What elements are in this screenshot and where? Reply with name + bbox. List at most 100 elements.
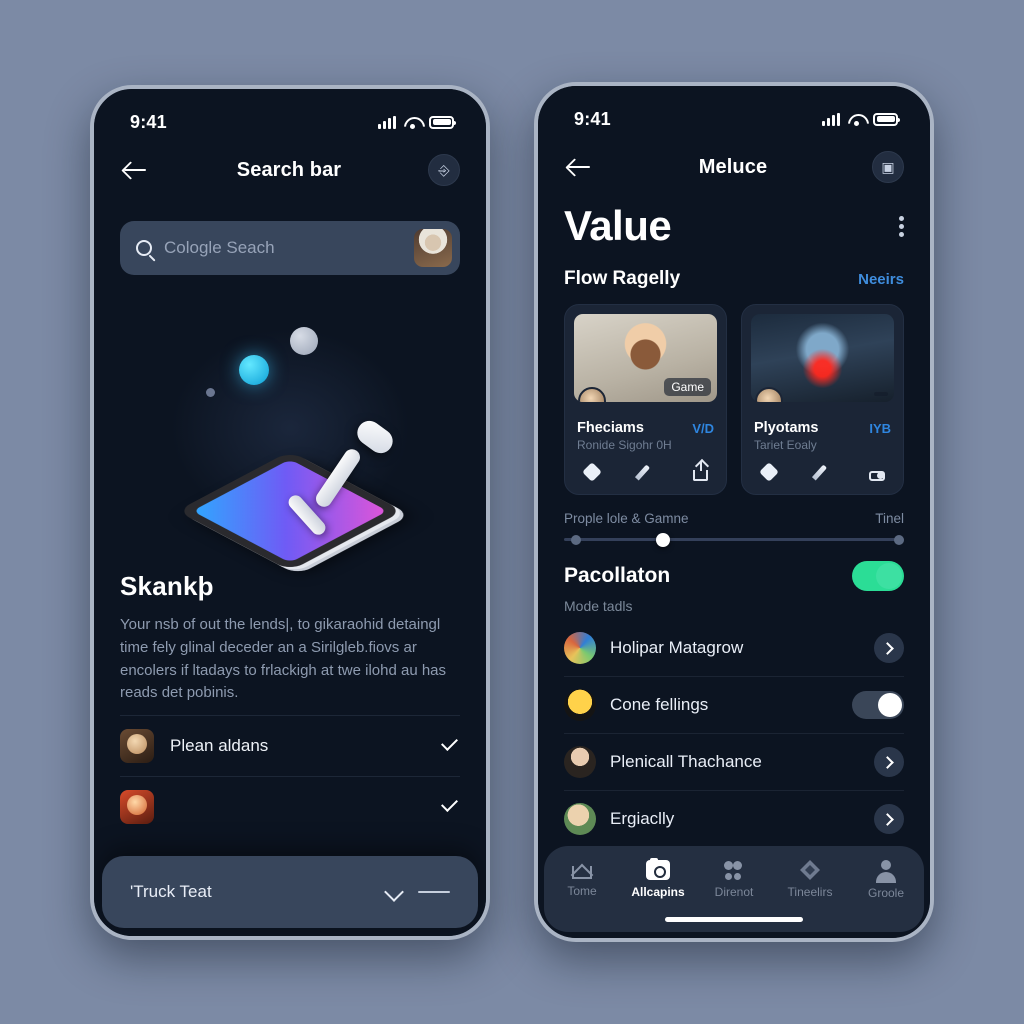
- tab-direnot[interactable]: Direnot: [696, 858, 772, 899]
- avatar: [755, 387, 783, 402]
- list-item-label: Holipar Matagrow: [610, 638, 744, 657]
- tab-label: Direnot: [714, 885, 754, 899]
- image-badge-icon[interactable]: ▣: [872, 151, 904, 183]
- battery-icon: [873, 112, 900, 126]
- chevron-down-icon[interactable]: [384, 885, 404, 899]
- slider-labels: Prople lole & Gamne Tinel: [564, 511, 904, 526]
- body-text: Your nsb of out the lends|, to gikaraohi…: [120, 616, 447, 702]
- toggle-sub-label: Mode tadls: [564, 598, 633, 614]
- tab-label: Allcapins: [631, 885, 685, 899]
- avatar: [564, 632, 596, 664]
- card-actions: [754, 452, 891, 485]
- cellular-signal-icon: [822, 112, 840, 126]
- back-arrow-icon[interactable]: [120, 155, 150, 185]
- game-artwork-thumbnail: [751, 314, 894, 402]
- tab-tineelirs[interactable]: Tineelirs: [772, 858, 848, 899]
- list-item[interactable]: [120, 776, 460, 837]
- upload-icon[interactable]: [869, 471, 885, 481]
- section-header: Flow Ragelly Neeirs: [538, 250, 930, 290]
- cellular-signal-icon: [378, 115, 396, 129]
- avatar: [564, 803, 596, 835]
- profile-badge-icon[interactable]: ⎆: [428, 154, 460, 186]
- pencil-icon[interactable]: [638, 463, 657, 482]
- chevron-right-button[interactable]: [874, 747, 904, 777]
- avatar: [120, 790, 154, 825]
- check-icon[interactable]: [440, 801, 460, 813]
- status-icon-group: [822, 112, 900, 126]
- chevron-right-button[interactable]: [874, 633, 904, 663]
- list-item[interactable]: Plean aldans: [120, 715, 460, 776]
- tab-tome[interactable]: Tome: [544, 858, 620, 898]
- card-badge: [874, 392, 888, 396]
- slider-tick-start: [570, 534, 581, 545]
- avatar: [578, 387, 606, 402]
- tab-allcapins[interactable]: Allcapins: [620, 858, 696, 899]
- card-body: Plyotams IYB Tariet Eoaly: [751, 402, 894, 485]
- card-subtitle: Ronide Sigohr 0H: [577, 438, 672, 452]
- plus-toggle[interactable]: [852, 691, 904, 719]
- page-title: Value: [564, 202, 672, 249]
- slider-right-label: Tinel: [875, 511, 904, 526]
- diamond-icon: [800, 860, 820, 880]
- section-link[interactable]: Neeirs: [858, 271, 904, 288]
- list-item[interactable]: Plenicall Thachance: [564, 734, 904, 791]
- list-item-label: Plenicall Thachance: [610, 752, 762, 771]
- avatar: [120, 729, 154, 764]
- right-phone-frame: 9:41 Meluce ▣ Value Flow Ragelly Neeirs …: [534, 82, 934, 942]
- app-bar-title: Meluce: [698, 155, 768, 178]
- card-title-row: Fheciams V/D: [577, 420, 714, 436]
- back-arrow-icon[interactable]: [564, 152, 594, 182]
- slider-tick-end: [894, 534, 904, 545]
- person-icon: [875, 860, 897, 883]
- check-icon[interactable]: [440, 740, 460, 752]
- settings-list: Holipar Matagrow Cone fellings Plenicall…: [538, 614, 930, 847]
- card-tag: IYB: [869, 420, 891, 436]
- chevron-right-icon: [881, 755, 894, 769]
- right-app-bar: Meluce ▣: [538, 138, 930, 196]
- pencil-icon[interactable]: [815, 463, 834, 482]
- list-item[interactable]: Ergiaclly: [564, 791, 904, 847]
- toggle-section: Pacollaton: [538, 541, 930, 591]
- list-item[interactable]: Holipar Matagrow: [564, 620, 904, 677]
- bottom-sheet-title: 'Truck Teat: [130, 882, 212, 901]
- home-icon: [572, 866, 592, 879]
- tab-label: Tineelirs: [787, 885, 833, 899]
- avatar[interactable]: [414, 229, 452, 267]
- media-card[interactable]: Game Fheciams V/D Ronide Sigohr 0H: [564, 304, 727, 495]
- tab-groole[interactable]: Groole: [848, 858, 924, 900]
- list-item-label: Plean aldans: [170, 736, 269, 756]
- avatar: [564, 746, 596, 778]
- slider-thumb[interactable]: [655, 532, 670, 547]
- people-icon: [722, 860, 746, 880]
- media-card[interactable]: Plyotams IYB Tariet Eoaly: [741, 304, 904, 495]
- search-placeholder: Cologle Seach: [164, 238, 275, 257]
- left-phone-frame: 9:41 Search bar ⎆ Cologle Seach Skankþ Y…: [90, 85, 490, 940]
- sparkle-icon[interactable]: [760, 463, 779, 482]
- slider-left-label: Prople lole & Gamne: [564, 511, 689, 526]
- wifi-icon: [404, 116, 421, 129]
- bottom-sheet[interactable]: 'Truck Teat: [102, 856, 478, 928]
- avatar: [564, 689, 596, 721]
- chevron-right-button[interactable]: [874, 804, 904, 834]
- search-icon: [136, 240, 152, 256]
- woman-portrait-thumbnail: Game: [574, 314, 717, 402]
- small-dot-icon: [206, 388, 215, 397]
- card-tag: V/D: [692, 420, 714, 436]
- list-item[interactable]: Cone fellings: [564, 677, 904, 734]
- slider-section: Prople lole & Gamne Tinel: [538, 495, 930, 547]
- camera-icon: [646, 858, 670, 880]
- minimize-icon[interactable]: [418, 890, 450, 894]
- left-app-bar: Search bar ⎆: [94, 141, 486, 199]
- page-header: Value: [538, 196, 930, 250]
- more-vertical-icon[interactable]: [899, 213, 904, 240]
- card-title: Fheciams: [577, 420, 644, 436]
- share-icon[interactable]: [693, 461, 708, 481]
- search-input[interactable]: Cologle Seach: [120, 221, 460, 275]
- status-time: 9:41: [574, 108, 611, 129]
- primary-toggle[interactable]: [852, 561, 904, 591]
- slider-track[interactable]: [564, 532, 904, 547]
- plus-icon: [885, 699, 895, 711]
- bottom-tab-bar: Tome Allcapins Direnot Tineelirs Groole: [544, 846, 924, 932]
- sparkle-icon[interactable]: [583, 463, 602, 482]
- cyan-sphere-icon: [239, 355, 269, 385]
